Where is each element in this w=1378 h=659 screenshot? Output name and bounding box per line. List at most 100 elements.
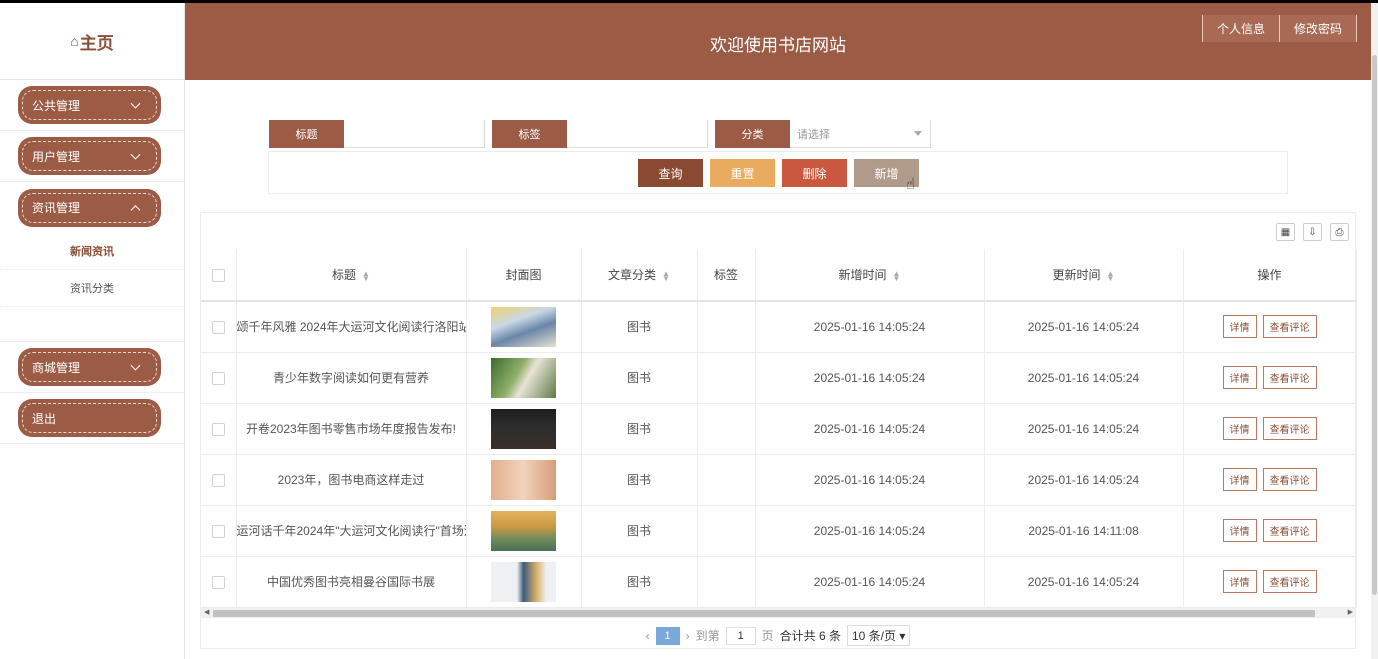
page-label: 页 xyxy=(761,629,774,643)
row-title: 青少年数字阅读如何更有营养 xyxy=(236,352,467,404)
goto-label: 到第 xyxy=(695,629,720,643)
title-search-input[interactable] xyxy=(344,120,485,148)
select-all-checkbox[interactable] xyxy=(211,268,225,282)
sort-icon: ▲ ▼ xyxy=(892,268,901,283)
detail-button[interactable]: 详情 xyxy=(1222,468,1257,491)
sort-icon: ▲ ▼ xyxy=(362,268,370,283)
row-category: 图书 xyxy=(581,505,698,557)
row-category: 图书 xyxy=(581,301,698,353)
submenu-news-info[interactable]: 新闻资讯 xyxy=(0,233,184,270)
detail-button[interactable]: 详情 xyxy=(1222,417,1257,440)
action-bar xyxy=(268,151,1288,194)
cover-image xyxy=(491,459,556,500)
change-password-link[interactable]: 修改密码 xyxy=(1278,15,1357,42)
category-search: 分类 请选择 xyxy=(715,120,931,148)
home-link[interactable]: ⌂ 主页 xyxy=(0,3,184,80)
view-comments-button[interactable]: 查看评论 xyxy=(1262,519,1317,542)
scroll-right-icon: ▶ xyxy=(1347,609,1353,616)
row-category: 图书 xyxy=(581,454,698,506)
detail-button[interactable]: 详情 xyxy=(1222,366,1257,389)
table-horizontal-scrollbar[interactable]: ◀ ▶ xyxy=(201,608,1356,618)
view-comments-button[interactable]: 查看评论 xyxy=(1262,468,1317,491)
print-icon[interactable]: ⎙ xyxy=(1330,223,1349,241)
row-created: 2025-01-16 14:05:24 xyxy=(755,301,985,353)
column-filter-icon[interactable]: ▦ xyxy=(1276,223,1295,241)
table-row: 颂千年风雅 2024年大运河文化阅读行洛阳站圭 图书 2025-01-16 14… xyxy=(201,301,1357,353)
row-checkbox[interactable] xyxy=(211,524,225,538)
scroll-left-icon: ◀ xyxy=(204,609,210,616)
detail-button[interactable]: 详情 xyxy=(1222,519,1257,542)
row-created: 2025-01-16 14:05:24 xyxy=(755,505,985,557)
page-size-select[interactable]: 10 条/页 ▾ xyxy=(846,625,911,646)
row-checkbox[interactable] xyxy=(211,320,225,334)
query-button[interactable]: 查询 xyxy=(638,159,703,187)
category-select[interactable]: 请选择 xyxy=(790,120,931,148)
col-title[interactable]: 标题 ▲ ▼ xyxy=(236,249,467,302)
row-tag xyxy=(697,556,756,608)
pagination: ‹ 1 › 到第 1 页 合计共 6 条 10 条/页 ▾ xyxy=(201,625,1355,646)
table-panel: ▦ ⇩ ⎙ 标题 ▲ ▼ 封面图 文章分类 ▲ ▼ 标签 新增时间 ▲ ▼ 更新时间 ▲ ▼ 操… xyxy=(200,212,1357,649)
row-checkbox[interactable] xyxy=(211,422,225,436)
tag-search-label: 标签 xyxy=(492,120,567,148)
next-page-icon[interactable]: › xyxy=(686,629,690,643)
home-label: 主页 xyxy=(79,33,114,53)
logout-button[interactable]: 退出 xyxy=(18,399,161,437)
title-search-label: 标题 xyxy=(269,120,344,148)
col-cover: 封面图 xyxy=(466,249,582,302)
row-created: 2025-01-16 14:05:24 xyxy=(755,403,985,455)
detail-button[interactable]: 详情 xyxy=(1222,570,1257,593)
row-created: 2025-01-16 14:05:24 xyxy=(755,454,985,506)
row-tag xyxy=(697,505,756,557)
row-checkbox[interactable] xyxy=(211,371,225,385)
menu-user-management[interactable]: 用户管理 xyxy=(18,137,161,175)
row-updated: 2025-01-16 14:05:24 xyxy=(984,403,1184,455)
view-comments-button[interactable]: 查看评论 xyxy=(1262,315,1317,339)
title-search: 标题 xyxy=(269,120,485,148)
view-comments-button[interactable]: 查看评论 xyxy=(1262,570,1317,593)
menu-mall-management[interactable]: 商城管理 xyxy=(18,348,161,386)
row-tag xyxy=(697,301,756,353)
mouse-pointer-icon: ☝ xyxy=(906,176,916,193)
menu-public-management[interactable]: 公共管理 xyxy=(18,86,161,124)
reset-button[interactable]: 重置 xyxy=(710,159,775,187)
prev-page-icon[interactable]: ‹ xyxy=(646,629,650,643)
page-scrollbar[interactable] xyxy=(1371,3,1378,659)
total-count: 合计共 6 条 xyxy=(779,629,841,643)
site-title: 欢迎使用书店网站 xyxy=(710,36,846,55)
row-created: 2025-01-16 14:05:24 xyxy=(755,556,985,608)
menu-label: 商城管理 xyxy=(32,360,81,375)
category-search-label: 分类 xyxy=(715,120,790,148)
view-comments-button[interactable]: 查看评论 xyxy=(1262,366,1317,389)
view-comments-button[interactable]: 查看评论 xyxy=(1262,417,1317,440)
page-1-button[interactable]: 1 xyxy=(655,626,680,645)
col-created[interactable]: 新增时间 ▲ ▼ xyxy=(755,249,985,302)
col-updated[interactable]: 更新时间 ▲ ▼ xyxy=(984,249,1184,302)
delete-button[interactable]: 删除 xyxy=(782,159,847,187)
detail-button[interactable]: 详情 xyxy=(1222,315,1257,339)
row-tag xyxy=(697,403,756,455)
row-checkbox[interactable] xyxy=(211,473,225,487)
col-category[interactable]: 文章分类 ▲ ▼ xyxy=(581,249,698,302)
export-icon[interactable]: ⇩ xyxy=(1303,223,1322,241)
row-category: 图书 xyxy=(581,403,698,455)
goto-page-input[interactable]: 1 xyxy=(725,626,756,645)
row-checkbox[interactable] xyxy=(211,575,225,589)
row-category: 图书 xyxy=(581,556,698,608)
table-row: 青少年数字阅读如何更有营养 图书 2025-01-16 14:05:24 202… xyxy=(201,352,1357,404)
cover-image xyxy=(491,510,556,551)
table-row: 运河话千年2024年"大运河文化阅读行"首场活动 图书 2025-01-16 1… xyxy=(201,505,1357,557)
select-all-cell xyxy=(201,249,237,302)
row-title: 运河话千年2024年"大运河文化阅读行"首场活动 xyxy=(236,505,467,557)
row-updated: 2025-01-16 14:05:24 xyxy=(984,454,1184,506)
menu-label: 用户管理 xyxy=(32,149,81,164)
profile-link[interactable]: 个人信息 xyxy=(1201,15,1280,42)
row-title: 中国优秀图书亮相曼谷国际书展 xyxy=(236,556,467,608)
submenu-news-category[interactable]: 资讯分类 xyxy=(0,270,184,307)
news-table: 标题 ▲ ▼ 封面图 文章分类 ▲ ▼ 标签 新增时间 ▲ ▼ 更新时间 ▲ ▼ 操作 颂千年风… xyxy=(201,249,1357,608)
menu-label: 公共管理 xyxy=(32,98,81,113)
cover-image xyxy=(491,306,556,347)
row-updated: 2025-01-16 14:05:24 xyxy=(984,556,1184,608)
tag-search-input[interactable] xyxy=(567,120,708,148)
row-title: 颂千年风雅 2024年大运河文化阅读行洛阳站圭 xyxy=(236,301,467,353)
menu-news-management[interactable]: 资讯管理 xyxy=(18,188,161,227)
